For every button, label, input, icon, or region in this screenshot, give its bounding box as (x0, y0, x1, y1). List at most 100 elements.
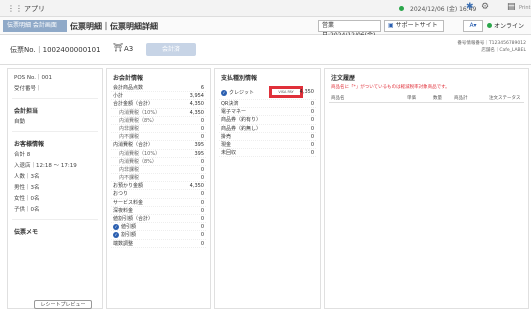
payment-info-row: 合計金額（合計） 4,350 (111, 100, 206, 109)
payment-info-row: 内消費税（10%） 395 (111, 150, 206, 158)
payment-type-row: 商品券（釣無し） 0 (219, 125, 316, 133)
credit-row: ✓ クレジット VISA PAY 4,350 (219, 84, 316, 100)
payment-info-row: 内消費税（8%） 0 (111, 158, 206, 166)
payment-info-label: おつり (113, 190, 128, 198)
payment-info-label-text: 値割引額（合計） (113, 216, 154, 222)
account-title: 会計担当 (14, 108, 39, 115)
payment-info-label: 内非課税 (119, 125, 139, 133)
payment-info-label: 合計金額（合計） (113, 100, 153, 108)
status-badge: 会計済 (146, 43, 196, 56)
payment-info-value: 0 (200, 117, 204, 124)
payment-info-value: 4,350 (189, 183, 204, 190)
slip-number: 伝票No.｜1002400000101 (10, 46, 101, 54)
payment-info-value: 0 (200, 240, 204, 247)
adult-count: 人数｜3名 (14, 174, 40, 180)
payment-info-row: 内消費税（合計） 395 (111, 141, 206, 150)
payment-info-label: サービス料金 (113, 199, 143, 207)
online-status: オンライン (487, 21, 524, 30)
payment-info-value: 0 (200, 158, 204, 165)
card-brand: VISA PAY (278, 90, 294, 94)
reception-number: 受付番号｜ (14, 86, 42, 92)
store-meta-line: 店舗名｜Cafe_LABEL (481, 48, 526, 53)
credit-icon: ✓ (221, 89, 227, 96)
network-icon[interactable]: ✱ (466, 2, 474, 12)
col-quantity: 数量 (433, 96, 442, 101)
payment-type-row: 現金 0 (219, 141, 316, 150)
entry-time: 入退店｜12:18 〜 17:19 (14, 163, 77, 169)
payment-info-label: 内消費税（10%） (119, 109, 160, 117)
breadcrumb[interactable]: 伝票明細 会計画面 (3, 20, 67, 32)
payment-type-label: 電子マネー (221, 109, 247, 116)
online-dot-icon (487, 23, 492, 28)
payment-info-label: 内非課税 (119, 166, 139, 174)
payment-info-label-text: 内消費税（10%） (119, 150, 161, 157)
credit-label: クレジット (229, 90, 255, 96)
discount-icon[interactable]: ✓ (113, 223, 119, 230)
payment-info-row: おつり 0 (111, 190, 206, 199)
payment-info-label-text: 内非課税 (119, 166, 140, 173)
status-dot-icon (399, 6, 404, 11)
order-history-title: 注文履歴 (331, 75, 356, 82)
receipt-preview-button[interactable]: レシートプレビュー (34, 300, 92, 309)
payment-info-label: 内消費税（合計） (113, 141, 153, 149)
payment-info-title: お会計情報 (113, 75, 144, 82)
payment-info-label-text: 割引額 (121, 232, 137, 239)
table-number: A3 (124, 45, 134, 53)
payment-info-panel: お会計情報 会計商品点数 6 小計 3,954 合計金額（合計） 4,350 内消費税（10… (106, 68, 211, 309)
payment-info-row: 小計 3,954 (111, 92, 206, 101)
payment-info-value: 3,954 (189, 93, 204, 100)
payment-info-label: 内不課税 (119, 133, 139, 141)
store-meta: 番号情報番号｜T123456789012 店舗名｜Cafe_LABEL (418, 40, 526, 54)
payment-type-row: 電子マネー 0 (219, 108, 316, 117)
payment-info-label: 内消費税（10%） (119, 150, 160, 158)
payment-info-row: ✓ 割引額 0 (111, 231, 206, 240)
payment-type-row: QR決済 0 (219, 100, 316, 109)
payment-info-value: 0 (200, 224, 204, 231)
col-unit-price: 単価 (407, 96, 416, 101)
printer-icon[interactable]: ▤ (507, 2, 516, 12)
discount-icon[interactable]: ✓ (113, 231, 119, 238)
payment-info-label-text: 内消費税（10%） (119, 109, 161, 116)
order-history-panel: 注文履歴 商品名に「*」がついているものは軽減税率対象商品です。 商品名 単価 … (324, 68, 529, 309)
payment-type-panel: 支払種別情報 ✓ クレジット VISA PAY 4,350 QR決済 0 電子マネー 0… (214, 68, 321, 309)
support-site-button[interactable]: ▣ サポートサイト (384, 20, 444, 32)
payment-info-value: 395 (194, 150, 204, 157)
gear-icon[interactable]: ⚙ (481, 2, 489, 12)
grid-icon[interactable]: ⋮⋮ (7, 4, 23, 13)
male-count: 男性｜3名 (14, 185, 40, 191)
payment-info-row: 会計商品点数 6 (111, 84, 206, 93)
payment-info-value: 4,350 (189, 101, 204, 108)
payment-info-label-text: 内不課税 (119, 175, 140, 182)
title-bar: ⋮⋮ アプリ 2024/12/06 (金) 16:49 ✱ ⚙ ▤ Print (0, 0, 531, 17)
payment-info-label: 会計商品点数 (113, 84, 143, 92)
payment-info-value: 0 (200, 199, 204, 206)
payment-info-label-text: 内非課税 (119, 125, 140, 132)
female-count: 女性｜0名 (14, 196, 40, 202)
store-meta-line: 番号情報番号｜T123456789012 (457, 41, 526, 46)
language-button[interactable]: A▾ (463, 20, 483, 32)
payment-info-label-text: 端数調整 (113, 240, 134, 247)
payment-info-label: お預かり金額 (113, 182, 143, 190)
payment-info-value: 6 (200, 85, 204, 91)
payment-info-row: 内非課税 0 (111, 125, 206, 134)
payment-info-label: 深夜料金 (113, 207, 133, 215)
payment-info-label-text: 会計商品点数 (113, 85, 144, 91)
payment-type-row: 未回収 0 (219, 149, 316, 158)
payment-info-label-text: 深夜料金 (113, 207, 134, 214)
payment-type-value: 0 (310, 101, 314, 107)
payment-type-value: 0 (310, 125, 314, 132)
payment-info-value: 395 (194, 142, 204, 149)
payment-type-label: 現金 (221, 141, 232, 148)
slip-info-panel: POS No.｜001 受付番号｜ 会計担当 自動 お客様情報 合計 8 入退店… (7, 68, 103, 309)
card-brand-highlight[interactable]: VISA PAY (269, 86, 303, 98)
payment-type-title: 支払種別情報 (221, 75, 258, 82)
payment-info-label: ✓ 割引額 (113, 231, 136, 239)
payment-type-value: 0 (310, 141, 314, 148)
guest-title: お客様情報 (14, 141, 45, 148)
payment-info-row: 端数調整 0 (111, 240, 206, 248)
credit-value: 4,350 (299, 89, 314, 95)
payment-info-label: 端数調整 (113, 240, 133, 248)
col-item-total: 商品計 (454, 96, 468, 101)
payment-info-row: サービス料金 0 (111, 199, 206, 207)
support-label: サポートサイト (395, 22, 438, 29)
